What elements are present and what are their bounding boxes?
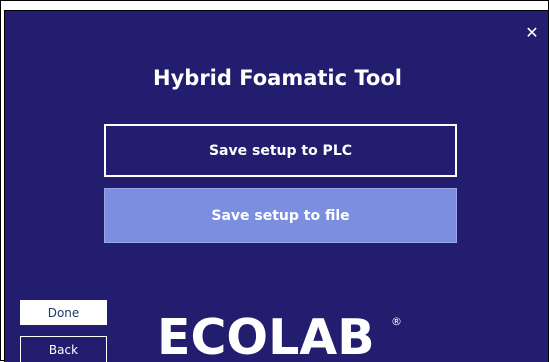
ecolab-logo: ECOLAB ® [157, 308, 407, 362]
done-button[interactable]: Done [20, 300, 107, 325]
save-setup-to-file-label: Save setup to file [211, 207, 350, 224]
back-label: Back [48, 343, 79, 357]
back-button[interactable]: Back [20, 336, 107, 362]
logo-text: ECOLAB [157, 309, 375, 362]
save-setup-to-plc-button[interactable]: Save setup to PLC [104, 124, 457, 177]
dialog-panel: ✕ Hybrid Foamatic Tool Save setup to PLC… [4, 10, 549, 362]
registered-mark: ® [391, 315, 402, 328]
done-label: Done [47, 305, 80, 320]
window-top-strip [1, 1, 548, 9]
dialog-window: ✕ Hybrid Foamatic Tool Save setup to PLC… [0, 0, 549, 362]
save-setup-to-plc-label: Save setup to PLC [208, 142, 353, 159]
save-setup-to-file-button[interactable]: Save setup to file [104, 188, 457, 243]
dialog-title: Hybrid Foamatic Tool [153, 66, 402, 90]
close-icon: ✕ [525, 23, 539, 42]
close-button[interactable]: ✕ [522, 23, 542, 43]
